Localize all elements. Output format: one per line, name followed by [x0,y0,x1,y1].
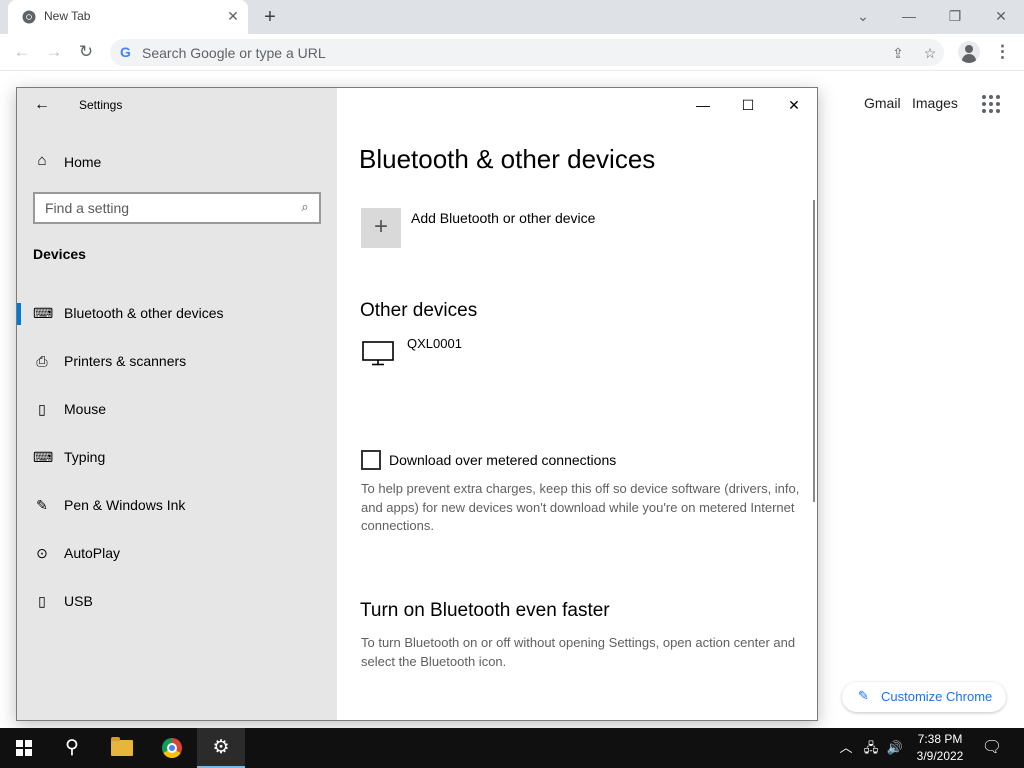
chrome-favicon-icon [22,10,36,24]
sidebar-item-printers[interactable]: ⎙ Printers & scanners [17,341,337,381]
sidebar-item-label: Mouse [64,401,107,417]
sidebar-item-label: Bluetooth & other devices [64,305,224,321]
other-devices-heading: Other devices [360,300,478,321]
bluetooth-devices-icon: ⌨ [33,305,54,321]
search-icon[interactable]: ⌕ [296,198,314,216]
sidebar-item-home[interactable]: ⌂ Home [33,150,313,174]
sidebar-item-mouse[interactable]: ▯ Mouse [17,389,337,429]
chrome-menu-icon[interactable]: ⋮ [994,40,1011,64]
folder-icon [111,737,133,756]
find-setting-placeholder: Find a setting [45,200,130,216]
metered-description: To help prevent extra charges, keep this… [361,481,800,533]
windows-logo-icon [16,740,32,756]
add-device-button[interactable]: Add Bluetooth or other device [411,210,595,226]
clock-date[interactable]: 3/9/2022 [910,749,970,763]
browser-close-button[interactable]: ✕ [989,4,1013,28]
settings-window-title: Settings [79,98,123,112]
printer-icon: ⎙ [36,353,48,369]
gmail-link[interactable]: Gmail [864,95,901,111]
sidebar-item-usb[interactable]: ▯ USB [17,581,337,621]
omnibox[interactable]: G Search Google or type a URL ⇪ ☆ [110,39,944,66]
browser-minimize-button[interactable]: — [897,4,921,28]
chrome-tab-strip: New Tab ✕ + ⌄ — ❐ ✕ [0,0,1024,34]
network-icon[interactable]: 🖧 [860,728,882,768]
bookmark-star-icon[interactable]: ☆ [919,42,941,64]
chrome-icon [162,738,182,758]
tab-close-icon[interactable]: ✕ [224,7,242,25]
monitor-icon [362,341,394,366]
forward-button[interactable]: → [42,40,66,64]
add-device-plus-icon[interactable]: + [361,208,401,248]
google-apps-icon[interactable] [982,95,1000,113]
tray-chevron-icon[interactable]: ︿ [838,728,854,768]
tab-search-dropdown-icon[interactable]: ⌄ [851,4,875,28]
browser-restore-button[interactable]: ❐ [943,4,967,28]
start-button[interactable] [0,728,48,768]
device-qxl0001[interactable]: QXL0001 [407,336,462,351]
sidebar-item-label: Printers & scanners [64,353,187,369]
sidebar-item-label: Pen & Windows Ink [64,497,186,513]
taskbar: ⚲ ⚙ ︿ 🖧 🔊 7:38 PM 3/9/2022 🗨 [0,728,1024,768]
sidebar-item-typing[interactable]: ⌨ Typing [17,437,337,477]
mouse-icon: ▯ [38,401,46,417]
gear-icon: ⚙ [212,737,230,758]
sidebar-item-label: USB [64,593,93,609]
bluetooth-faster-heading: Turn on Bluetooth even faster [360,600,610,621]
settings-window: ← Settings ⌂ Home Find a setting ⌕ Devic… [16,87,818,721]
customize-chrome-button[interactable]: ✎ Customize Chrome [842,682,1006,712]
share-icon[interactable]: ⇪ [887,42,909,64]
sidebar-item-label: AutoPlay [64,545,121,561]
home-icon: ⌂ [37,152,47,169]
customize-chrome-label: Customize Chrome [881,689,993,704]
chrome-taskbar-button[interactable] [148,728,196,768]
settings-taskbar-button[interactable]: ⚙ [197,728,245,768]
tab-new-tab[interactable]: New Tab ✕ [8,0,248,34]
autoplay-icon: ⊙ [36,545,48,561]
images-link[interactable]: Images [912,95,958,111]
sidebar-item-autoplay[interactable]: ⊙ AutoPlay [17,533,337,573]
sidebar-item-label: Typing [64,449,106,465]
content-scrollbar[interactable] [813,200,815,502]
keyboard-icon: ⌨ [33,449,54,465]
omnibox-placeholder[interactable]: Search Google or type a URL [142,45,326,61]
metered-connections-label[interactable]: Download over metered connections [389,452,616,468]
section-heading-devices: Devices [33,246,86,262]
page-title: Bluetooth & other devices [359,144,656,174]
google-g-icon: G [120,44,131,60]
home-label: Home [64,154,102,170]
search-icon: ⚲ [65,737,79,758]
bluetooth-faster-description: To turn Bluetooth on or off without open… [361,635,796,669]
new-tab-button[interactable]: + [260,5,280,29]
usb-icon: ▯ [38,593,46,609]
browser-toolbar: ← → ↻ G Search Google or type a URL ⇪ ☆ … [0,34,1024,71]
profile-avatar-icon[interactable] [958,41,980,63]
selected-indicator [17,303,21,325]
file-explorer-button[interactable] [98,728,146,768]
back-button[interactable]: ← [10,40,34,64]
metered-connections-checkbox[interactable] [361,450,381,470]
pencil-icon: ✎ [858,688,869,703]
settings-maximize-button[interactable]: ☐ [732,94,764,116]
clock-time[interactable]: 7:38 PM [910,732,970,746]
tab-title: New Tab [44,9,91,23]
volume-icon[interactable]: 🔊 [884,728,906,768]
find-setting-input[interactable]: Find a setting ⌕ [33,192,321,224]
notifications-icon[interactable]: 🗨 [978,728,1006,768]
settings-minimize-button[interactable]: — [687,94,719,116]
sidebar-item-bluetooth[interactable]: ⌨ Bluetooth & other devices [17,293,337,333]
pen-icon: ✎ [36,497,48,513]
reload-button[interactable]: ↻ [74,40,98,64]
sidebar-item-pen[interactable]: ✎ Pen & Windows Ink [17,485,337,525]
back-arrow-icon[interactable]: ← [31,94,53,116]
taskbar-search-button[interactable]: ⚲ [48,728,96,768]
settings-content: — ☐ ✕ Bluetooth & other devices + Add Bl… [337,88,817,720]
settings-close-button[interactable]: ✕ [778,94,810,116]
settings-sidebar: ← Settings ⌂ Home Find a setting ⌕ Devic… [17,88,337,720]
